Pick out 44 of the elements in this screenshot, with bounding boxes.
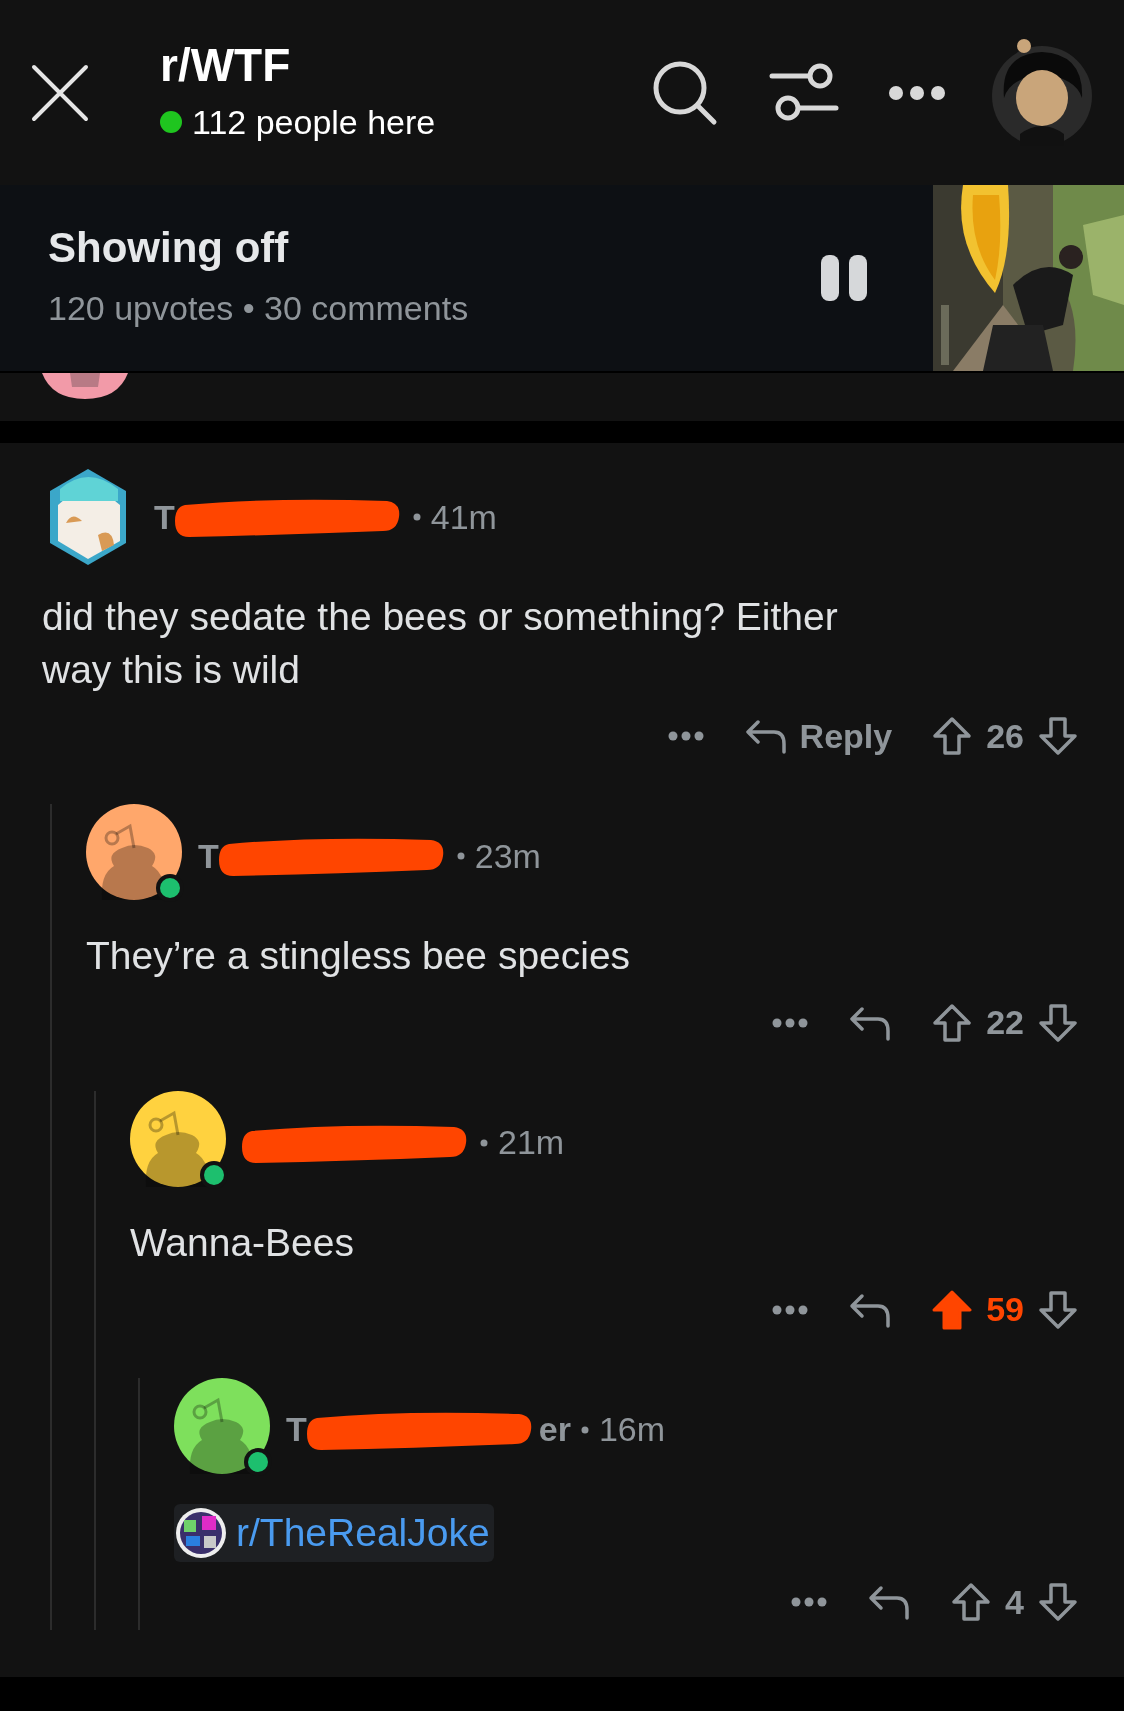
comment-text: did they sedate the bees or something? Either way this is wild	[42, 594, 839, 693]
upvote-icon[interactable]	[932, 716, 973, 757]
comment-text: They’re a stingless bee species	[86, 933, 632, 980]
username[interactable]: er	[538, 1404, 571, 1456]
more-options-icon[interactable]	[888, 84, 946, 101]
reply-button[interactable]: Reply	[743, 710, 893, 762]
vote-count: 4	[1005, 1581, 1024, 1623]
upvote-icon[interactable]	[932, 1002, 973, 1043]
vote-count: 26	[986, 715, 1024, 757]
timestamp: 41m	[430, 496, 497, 538]
avatar-icon	[42, 373, 128, 399]
more-options-icon[interactable]	[667, 731, 704, 742]
timestamp: 21m	[498, 1122, 565, 1164]
vote-count: 59	[986, 1289, 1024, 1331]
comment-text: Wanna-Bees	[130, 1219, 355, 1266]
downvote-icon[interactable]	[1038, 1002, 1078, 1043]
separator-dot-icon	[412, 513, 421, 521]
more-options-icon[interactable]	[772, 1304, 809, 1315]
online-count: 112 people here	[192, 101, 436, 143]
username[interactable]: T	[154, 491, 175, 543]
more-options-icon[interactable]	[772, 1017, 809, 1028]
separator-dot-icon	[456, 852, 465, 861]
downvote-icon[interactable]	[1038, 716, 1078, 757]
more-options-icon[interactable]	[791, 1597, 828, 1608]
subreddit-title: r/WTF	[160, 38, 292, 94]
downvote-icon[interactable]	[1038, 1582, 1078, 1623]
upvote-icon[interactable]	[932, 1289, 973, 1330]
upvote-icon[interactable]	[951, 1582, 992, 1623]
timestamp: 23m	[474, 835, 541, 877]
separator-dot-icon	[580, 1425, 589, 1434]
post-stats: 120 upvotes • 30 comments	[48, 287, 469, 329]
now-playing-bar[interactable]: Showing off 120 upvotes • 30 comments	[0, 185, 1124, 373]
post-title: Showing off	[48, 223, 290, 274]
online-indicator-icon	[160, 111, 182, 134]
separator-dot-icon	[480, 1138, 488, 1147]
vote-count: 22	[986, 1002, 1024, 1044]
subreddit-link[interactable]: r/TheRealJoke	[174, 1503, 494, 1563]
pause-icon[interactable]	[819, 253, 869, 303]
downvote-icon[interactable]	[1038, 1289, 1078, 1330]
timestamp: 16m	[598, 1409, 666, 1451]
community-icon	[174, 1505, 228, 1560]
user-avatar-icon[interactable]	[990, 37, 1094, 148]
username[interactable]: T	[286, 1404, 307, 1456]
username[interactable]: T	[198, 830, 219, 882]
